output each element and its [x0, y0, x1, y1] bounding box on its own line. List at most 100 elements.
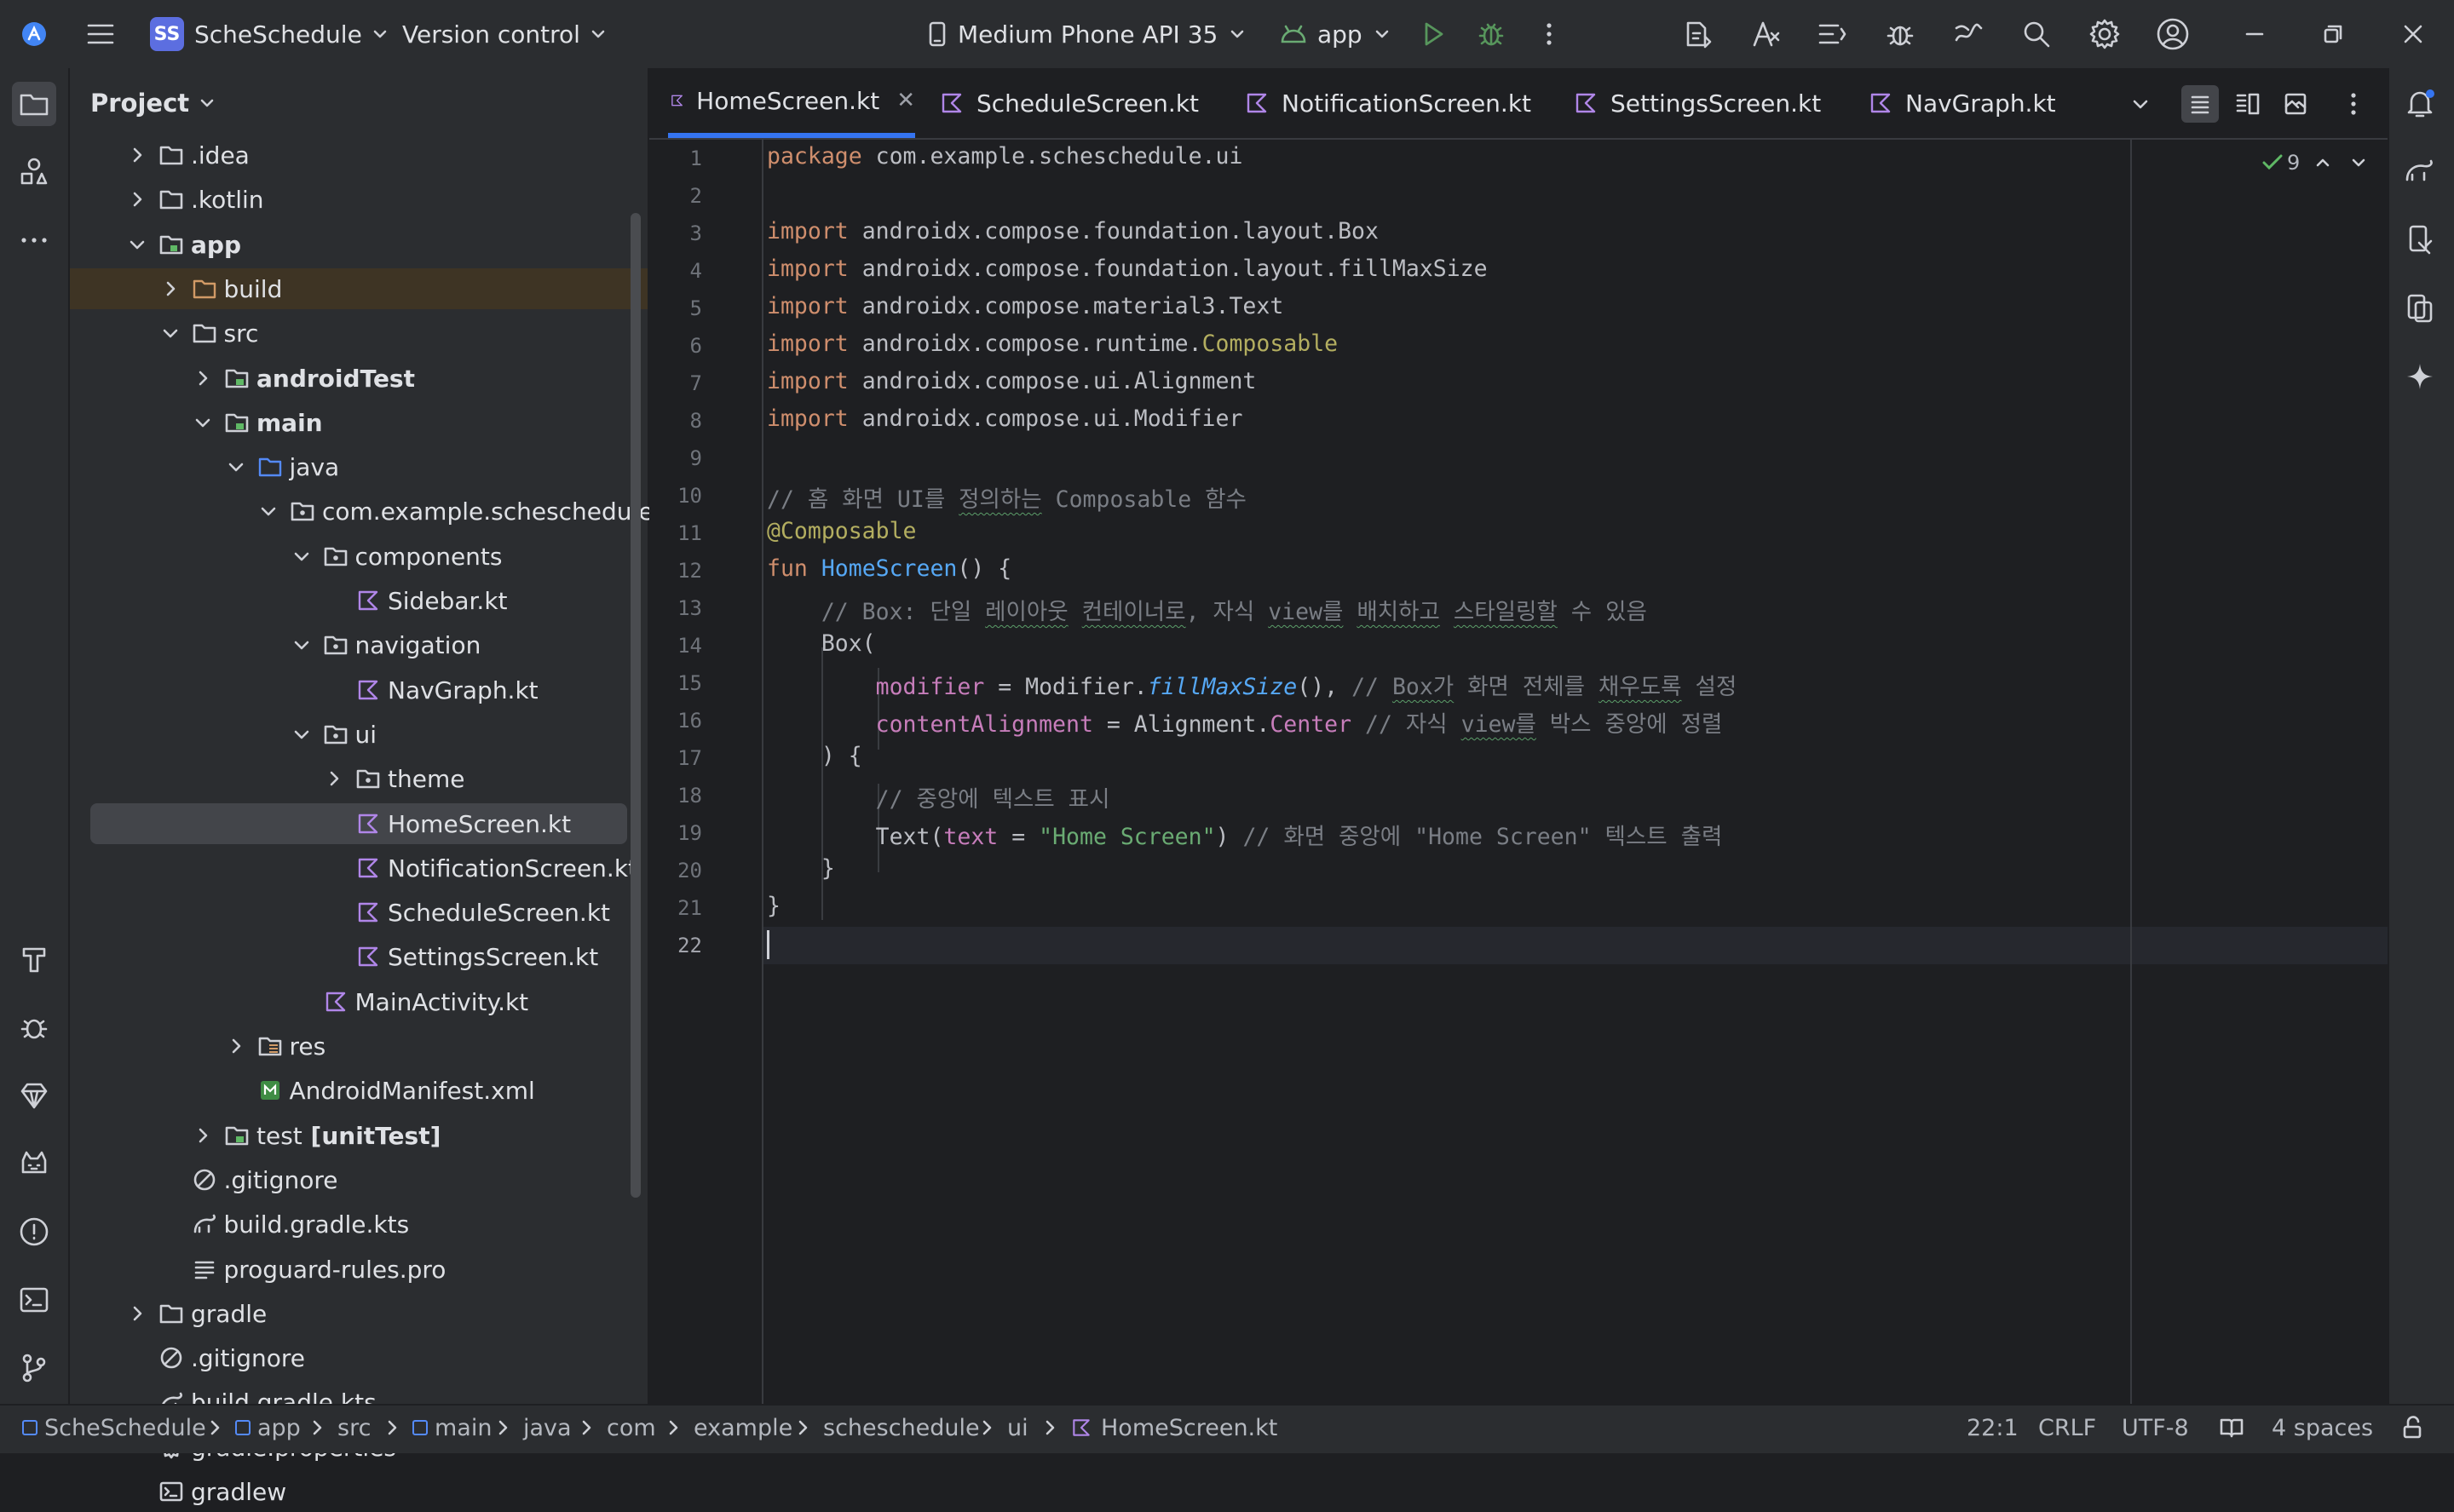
apply-changes-icon[interactable] — [1747, 15, 1784, 53]
chevron-right-icon[interactable] — [161, 279, 180, 298]
tree-item[interactable]: Sidebar.kt — [70, 580, 648, 621]
design-view-icon[interactable] — [2277, 85, 2314, 123]
caret-position[interactable]: 22:1 — [1967, 1404, 2019, 1452]
tab-navgraph[interactable]: NavGraph.kt — [1868, 68, 2056, 138]
sync-gradle-icon[interactable] — [1680, 15, 1718, 53]
tree-item[interactable]: .gitignore — [70, 1337, 648, 1378]
app-quality-icon[interactable] — [12, 1073, 56, 1118]
tree-item[interactable]: NotificationScreen.kt — [70, 848, 648, 888]
tree-item[interactable]: gradlew — [70, 1471, 648, 1512]
tree-item[interactable]: MainActivity.kt — [70, 981, 648, 1022]
chevron-down-icon[interactable] — [2349, 153, 2368, 172]
tree-item[interactable]: theme — [70, 758, 648, 799]
tree-item[interactable]: main — [70, 402, 648, 443]
chevron-down-icon[interactable] — [227, 457, 245, 476]
line-separator[interactable]: CRLF — [2038, 1404, 2096, 1452]
tree-item[interactable]: NavGraph.kt — [70, 670, 648, 710]
run-config-selector[interactable]: app — [1278, 0, 1391, 68]
breadcrumb-item[interactable]: com — [607, 1404, 656, 1452]
chevron-right-icon[interactable] — [128, 146, 147, 164]
file-encoding[interactable]: UTF-8 — [2122, 1404, 2189, 1452]
terminal-icon[interactable] — [12, 1278, 56, 1322]
run-icon[interactable] — [1414, 15, 1452, 53]
tree-item[interactable]: app — [70, 224, 648, 265]
logcat-icon[interactable] — [12, 1141, 56, 1186]
project-selector[interactable]: SS ScheSchedule — [150, 0, 389, 68]
split-view-icon[interactable] — [2229, 85, 2267, 123]
tab-notificationscreen[interactable]: NotificationScreen.kt — [1244, 68, 1531, 138]
project-tool-icon[interactable] — [12, 82, 56, 126]
breadcrumb-item[interactable]: example — [694, 1404, 792, 1452]
breadcrumb-item[interactable]: main — [412, 1404, 492, 1452]
search-icon[interactable] — [2018, 15, 2055, 53]
more-tools-icon[interactable] — [12, 218, 56, 262]
tree-item[interactable]: navigation — [70, 624, 648, 665]
breadcrumb-item[interactable]: scheschedule — [823, 1404, 980, 1452]
tree-item[interactable]: ScheduleScreen.kt — [70, 892, 648, 933]
chevron-down-icon[interactable] — [292, 725, 311, 744]
project-scrollbar[interactable] — [631, 213, 641, 1198]
tree-item[interactable]: gradle — [70, 1293, 648, 1334]
build-icon[interactable] — [12, 937, 56, 981]
minimize-icon[interactable] — [2236, 15, 2273, 53]
tree-item[interactable]: androidTest — [70, 358, 648, 399]
breadcrumb-item[interactable]: java — [523, 1404, 572, 1452]
breadcrumb-item[interactable]: HomeScreen.kt — [1070, 1404, 1277, 1452]
chevron-down-icon[interactable] — [128, 235, 147, 254]
tree-item[interactable]: build.gradle.kts — [70, 1204, 648, 1245]
tree-item[interactable]: proguard-rules.pro — [70, 1249, 648, 1290]
android-studio-logo-icon[interactable] — [15, 15, 53, 53]
tree-item[interactable]: src — [70, 313, 648, 354]
breadcrumb-item[interactable]: app — [235, 1404, 301, 1452]
chevron-right-icon[interactable] — [325, 769, 343, 788]
version-control-menu[interactable]: Version control — [402, 0, 608, 68]
running-devices-icon[interactable] — [2398, 286, 2442, 331]
debug-icon[interactable] — [1472, 15, 1510, 53]
tree-item[interactable]: components — [70, 536, 648, 577]
breadcrumb-item[interactable]: src — [337, 1404, 371, 1452]
version-control-icon[interactable] — [12, 1346, 56, 1390]
debug-tool-icon[interactable] — [12, 1005, 56, 1049]
tree-item[interactable]: AndroidManifest.xml — [70, 1070, 648, 1111]
breadcrumb-item[interactable]: ScheSchedule — [22, 1404, 206, 1452]
code-view-icon[interactable] — [2181, 85, 2219, 123]
chevron-down-icon[interactable] — [259, 502, 278, 520]
device-manager-icon[interactable] — [2398, 218, 2442, 262]
tree-item[interactable]: com.example.scheschedule — [70, 491, 654, 532]
indent-setting[interactable]: 4 spaces — [2272, 1404, 2373, 1452]
chevron-up-icon[interactable] — [2313, 153, 2332, 172]
tree-item[interactable]: SettingsScreen.kt — [70, 936, 648, 977]
notifications-icon[interactable] — [2398, 82, 2442, 126]
editor-options-icon[interactable] — [2335, 85, 2372, 123]
tab-schedulescreen[interactable]: ScheduleScreen.kt — [939, 68, 1199, 138]
chevron-down-icon[interactable] — [292, 635, 311, 654]
more-actions-icon[interactable] — [1530, 15, 1568, 53]
resource-manager-icon[interactable] — [12, 150, 56, 194]
chevron-right-icon[interactable] — [227, 1037, 245, 1055]
problems-icon[interactable] — [12, 1210, 56, 1254]
tree-item[interactable]: .idea — [70, 135, 648, 175]
bug-report-icon[interactable] — [1881, 15, 1919, 53]
chevron-right-icon[interactable] — [193, 369, 212, 388]
inspection-widget[interactable]: 9 — [2261, 150, 2368, 175]
restore-icon[interactable] — [2314, 15, 2352, 53]
project-view-selector[interactable]: Project — [90, 89, 216, 118]
tree-item[interactable]: .gitignore — [70, 1159, 648, 1200]
chevron-right-icon[interactable] — [193, 1126, 212, 1145]
close-tab-icon[interactable]: ✕ — [896, 88, 915, 113]
breadcrumb-item[interactable]: ui — [1007, 1404, 1028, 1452]
close-window-icon[interactable] — [2394, 15, 2432, 53]
tab-settingsscreen[interactable]: SettingsScreen.kt — [1573, 68, 1821, 138]
tab-homescreen[interactable]: HomeScreen.kt ✕ — [668, 68, 915, 138]
tree-item[interactable]: java — [70, 446, 648, 487]
account-icon[interactable] — [2154, 15, 2192, 53]
chevron-down-icon[interactable] — [193, 413, 212, 432]
chevron-right-icon[interactable] — [128, 1304, 147, 1323]
main-menu-icon[interactable] — [82, 15, 119, 53]
chevron-right-icon[interactable] — [128, 190, 147, 209]
reader-mode-icon[interactable] — [2219, 1404, 2244, 1452]
gradle-icon[interactable] — [2398, 150, 2442, 194]
tree-item[interactable]: test [unitTest] — [70, 1115, 648, 1156]
tree-item[interactable]: .kotlin — [70, 179, 648, 220]
tree-item[interactable]: res — [70, 1026, 648, 1066]
